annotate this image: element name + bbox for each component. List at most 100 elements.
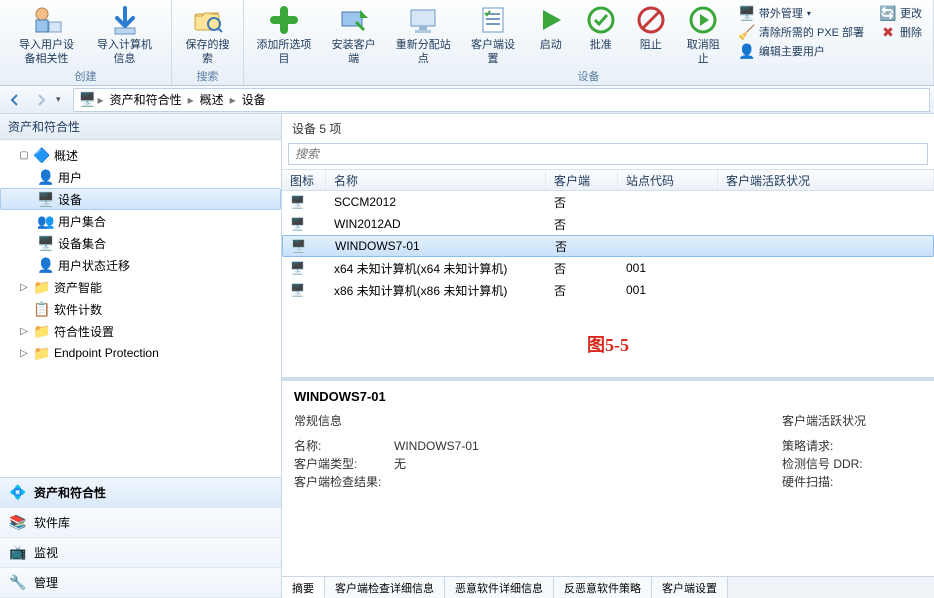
crumb-devices[interactable]: 设备 <box>238 91 270 108</box>
add-selected-button[interactable]: 添加所选项目 <box>248 2 320 68</box>
breadcrumb[interactable]: 🖥️ ▸ 资产和符合性 ▸ 概述 ▸ 设备 <box>73 88 930 112</box>
client-type-label: 客户端类型: <box>294 455 394 473</box>
oob-mgmt-button[interactable]: 🖥️带外管理▾ <box>736 4 867 22</box>
import-computer-button[interactable]: 导入计算机信息 <box>87 2 163 68</box>
folder-icon: 📁 <box>34 345 50 361</box>
row-icon: 🖥️ <box>282 283 326 297</box>
user-edit-icon: 👤 <box>739 43 755 59</box>
block-button[interactable]: 阻止 <box>627 2 675 68</box>
col-icon[interactable]: 图标 <box>282 170 326 190</box>
search-input[interactable] <box>288 143 928 165</box>
wunder-software[interactable]: 📚软件库 <box>0 508 281 538</box>
start-button[interactable]: 启动 <box>527 2 575 68</box>
tab-client-settings[interactable]: 客户端设置 <box>652 577 728 598</box>
import-user-device-button[interactable]: 导入用户设备相关性 <box>9 2 85 68</box>
tree-user-state[interactable]: 👤用户状态迁移 <box>0 254 281 276</box>
delete-button[interactable]: ✖删除 <box>877 23 925 41</box>
row-name: SCCM2012 <box>326 195 546 209</box>
table-row[interactable]: 🖥️WIN2012AD否 <box>282 213 934 235</box>
import-arrow-icon <box>109 4 141 36</box>
row-site: 001 <box>618 283 718 297</box>
folder-icon: 📁 <box>34 323 50 339</box>
ribbon-toolbar: 导入用户设备相关性 导入计算机信息 创建 保存的搜索 搜索 <box>0 0 934 86</box>
crumb-root[interactable]: 资产和符合性 <box>106 91 186 108</box>
col-site[interactable]: 站点代码 <box>618 170 718 190</box>
check-circle-icon <box>585 4 617 36</box>
user-device-icon <box>31 4 63 36</box>
monitor-icon: 📺 <box>10 545 26 561</box>
table-row[interactable]: 🖥️WINDOWS7-01否 <box>282 235 934 257</box>
client-type-value: 无 <box>394 455 406 473</box>
tree-device-collections[interactable]: 🖥️设备集合 <box>0 232 281 254</box>
monitor-icon: 🖥️ <box>739 5 755 21</box>
reassign-site-label: 重新分配站点 <box>393 38 453 66</box>
saved-searches-button[interactable]: 保存的搜索 <box>176 2 239 68</box>
row-name: x86 未知计算机(x86 未知计算机) <box>326 282 546 299</box>
breadcrumb-bar: ▾ 🖥️ ▸ 资产和符合性 ▸ 概述 ▸ 设备 <box>0 86 934 114</box>
add-selected-label: 添加所选项目 <box>254 38 314 66</box>
activity-heading: 客户端活跃状况 <box>782 412 882 429</box>
tree-asset-intelligence[interactable]: ▷📁资产智能 <box>0 276 281 298</box>
grid-header: 图标 名称 客户端 站点代码 客户端活跃状况 <box>282 169 934 191</box>
tab-client-check[interactable]: 客户端检查详细信息 <box>325 577 445 598</box>
row-site: 001 <box>618 261 718 275</box>
wunder-admin[interactable]: 🔧管理 <box>0 568 281 598</box>
group-search-label: 搜索 <box>172 68 243 84</box>
start-label: 启动 <box>540 38 562 52</box>
edit-primary-user-button[interactable]: 👤编辑主要用户 <box>736 42 867 60</box>
policy-label: 策略请求: <box>782 437 882 455</box>
tree-endpoint[interactable]: ▷📁Endpoint Protection <box>0 342 281 364</box>
tree-compliance[interactable]: ▷📁符合性设置 <box>0 320 281 342</box>
computer-tree-icon: 🖥️ <box>38 191 54 207</box>
unblock-label: 取消阻止 <box>683 38 724 66</box>
hw-label: 硬件扫描: <box>782 473 882 491</box>
install-icon <box>338 4 370 36</box>
tab-malware-detail[interactable]: 恶意软件详细信息 <box>445 577 554 598</box>
content-pane: 设备 5 项 图标 名称 客户端 站点代码 客户端活跃状况 🖥️SCCM2012… <box>282 114 934 598</box>
install-client-label: 安装客户端 <box>328 38 379 66</box>
col-name[interactable]: 名称 <box>326 170 546 190</box>
refresh-button[interactable]: 🔄更改 <box>877 4 925 22</box>
checklist-icon <box>477 4 509 36</box>
block-label: 阻止 <box>640 38 662 52</box>
row-name: WINDOWS7-01 <box>327 239 547 253</box>
wunder-monitoring[interactable]: 📺监视 <box>0 538 281 568</box>
reassign-site-button[interactable]: 重新分配站点 <box>387 2 459 68</box>
tree-user-collections[interactable]: 👥用户集合 <box>0 210 281 232</box>
row-icon: 🖥️ <box>283 239 327 253</box>
software-icon: 📚 <box>10 515 26 531</box>
ribbon-group-device: 添加所选项目 安装客户端 重新分配站点 客户端设置 启动 批准 <box>244 0 934 85</box>
clear-pxe-button[interactable]: 🧹清除所需的 PXE 部署 <box>736 23 867 41</box>
tab-summary[interactable]: 摘要 <box>282 577 325 598</box>
row-client: 否 <box>547 238 619 255</box>
grid-body: 🖥️SCCM2012否🖥️WIN2012AD否🖥️WINDOWS7-01否🖥️x… <box>282 191 934 301</box>
table-row[interactable]: 🖥️x64 未知计算机(x64 未知计算机)否001 <box>282 257 934 279</box>
play-icon <box>535 4 567 36</box>
users-icon: 👥 <box>38 213 54 229</box>
install-client-button[interactable]: 安装客户端 <box>322 2 385 68</box>
tab-antimalware-policy[interactable]: 反恶意软件策略 <box>554 577 652 598</box>
tree-users[interactable]: 👤用户 <box>0 166 281 188</box>
migration-icon: 👤 <box>38 257 54 273</box>
table-row[interactable]: 🖥️x86 未知计算机(x86 未知计算机)否001 <box>282 279 934 301</box>
unblock-button[interactable]: 取消阻止 <box>677 2 730 68</box>
approve-button[interactable]: 批准 <box>577 2 625 68</box>
row-icon: 🖥️ <box>282 195 326 209</box>
details-activity: 客户端活跃状况 策略请求: 检测信号 DDR: 硬件扫描: <box>782 412 922 491</box>
table-row[interactable]: 🖥️SCCM2012否 <box>282 191 934 213</box>
tree-overview[interactable]: ▢🔷概述 <box>0 144 281 166</box>
nav-back-button[interactable] <box>4 89 26 111</box>
tree-software-metering[interactable]: 📋软件计数 <box>0 298 281 320</box>
row-name: WIN2012AD <box>326 217 546 231</box>
main-area: 资产和符合性 ▢🔷概述 👤用户 🖥️设备 👥用户集合 🖥️设备集合 👤用户状态迁… <box>0 114 934 598</box>
user-icon: 👤 <box>38 169 54 185</box>
col-client[interactable]: 客户端 <box>546 170 618 190</box>
wunder-assets[interactable]: 💠资产和符合性 <box>0 478 281 508</box>
tree-devices[interactable]: 🖥️设备 <box>0 188 281 210</box>
nav-forward-button[interactable] <box>30 89 52 111</box>
row-client: 否 <box>546 194 618 211</box>
client-settings-button[interactable]: 客户端设置 <box>461 2 524 68</box>
row-icon: 🖥️ <box>282 261 326 275</box>
col-activity[interactable]: 客户端活跃状况 <box>718 170 934 190</box>
crumb-overview[interactable]: 概述 <box>196 91 228 108</box>
